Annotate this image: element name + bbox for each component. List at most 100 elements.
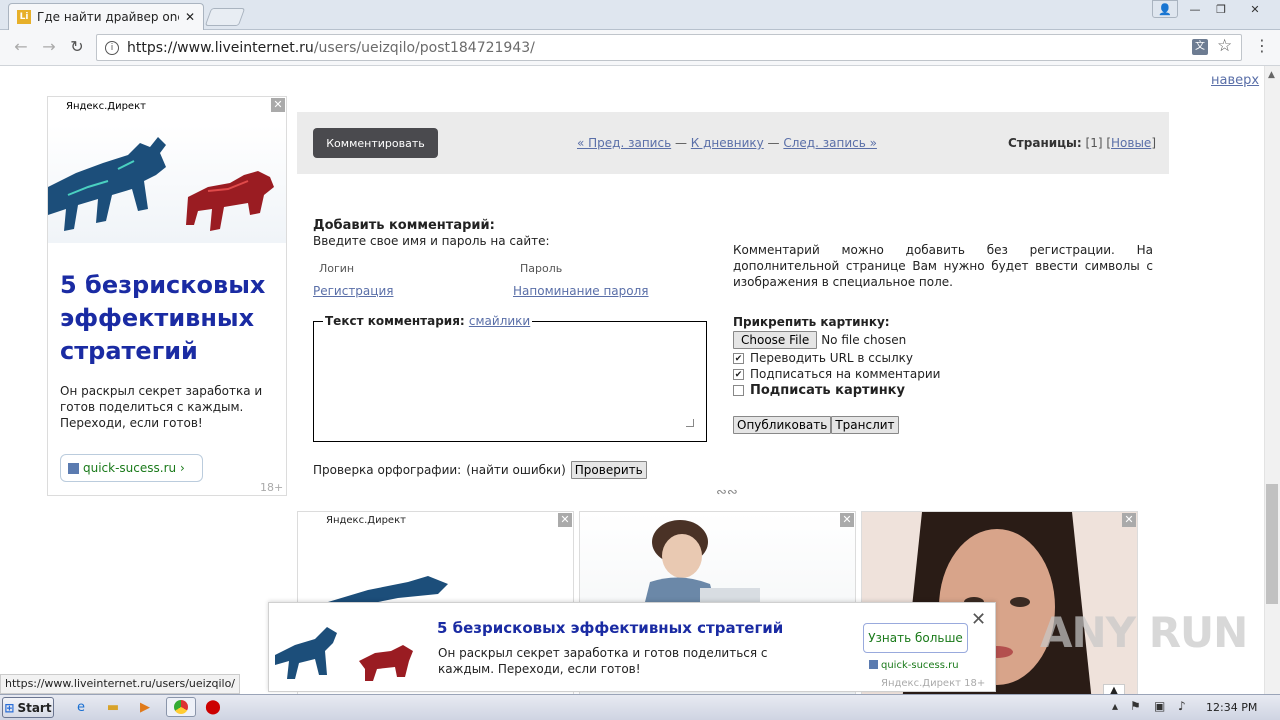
favicon-icon	[68, 462, 79, 474]
tab-title: Где найти драйвер onext	[37, 10, 179, 24]
ad-domain-button[interactable]: quick-sucess.ru ›	[60, 454, 203, 482]
ad-body-text: Он раскрыл секрет заработка и готов поде…	[60, 384, 263, 430]
spell-check-label: Проверка орфографии:	[313, 463, 462, 477]
login-field[interactable]: Логин	[319, 262, 354, 275]
ad-brand-label: Яндекс.Директ	[66, 101, 146, 112]
option-sign-image[interactable]: Подписать картинку	[733, 383, 905, 398]
new-comments-link[interactable]: Новые	[1111, 136, 1151, 150]
back-to-top-link[interactable]: наверх	[1211, 73, 1259, 88]
password-reminder-link[interactable]: Напоминание пароля	[513, 284, 649, 298]
post-nav-bar: Комментировать « Пред. запись — К дневни…	[297, 112, 1169, 174]
tray-arrow-icon[interactable]: ▴	[1112, 699, 1118, 713]
minimize-icon[interactable]: —	[1182, 0, 1208, 18]
age-label: 18+	[260, 481, 284, 494]
option-subscribe[interactable]: ✔ Подписаться на комментарии	[733, 367, 940, 381]
ad-close-icon[interactable]: ✕	[558, 513, 572, 527]
popup-body-text: Он раскрыл секрет заработка и готов поде…	[438, 646, 768, 676]
spell-check-find: (найти ошибки)	[466, 463, 566, 477]
file-picker: Choose File No file chosen	[733, 331, 906, 349]
flag-icon[interactable]: ⚑	[1130, 699, 1141, 713]
pages-bracket: ]	[1151, 136, 1156, 150]
media-player-icon[interactable]: ▶	[134, 697, 156, 717]
tab-close-icon[interactable]: ✕	[185, 10, 195, 24]
popup-brand-label: Яндекс.Директ 18+	[881, 678, 986, 689]
chrome-taskbar-icon[interactable]	[166, 697, 196, 717]
resize-handle-icon[interactable]	[686, 419, 694, 427]
checkbox-checked[interactable]: ✔	[733, 368, 744, 380]
ad-close-icon[interactable]: ✕	[1122, 513, 1136, 527]
restore-icon[interactable]: ❐	[1208, 0, 1234, 18]
site-info-icon[interactable]: i	[105, 40, 119, 55]
comment-textarea[interactable]	[322, 335, 696, 431]
favicon-icon	[869, 660, 878, 669]
user-icon[interactable]: 👤	[1152, 0, 1178, 18]
stop-icon[interactable]: ⬤	[202, 697, 224, 717]
nav-separator: —	[763, 136, 784, 150]
option-label: Переводить URL в ссылку	[750, 351, 913, 365]
popup-close-icon[interactable]: ✕	[971, 609, 986, 630]
explorer-folder-icon[interactable]: ▬	[102, 697, 124, 717]
bookmark-star-icon[interactable]: ☆	[1217, 36, 1232, 56]
volume-icon[interactable]: ♪	[1178, 699, 1186, 713]
reload-icon[interactable]: ↻	[66, 36, 88, 56]
ad-close-icon[interactable]: ✕	[840, 513, 854, 527]
ad-headline[interactable]: 5 безрисковых эффективных стратегий	[60, 269, 275, 368]
scroll-up-icon[interactable]: ▲	[1268, 70, 1275, 80]
anyrun-watermark: ANY RUN	[1040, 608, 1248, 657]
smileys-link[interactable]: смайлики	[469, 314, 530, 328]
option-label: Подписать картинку	[750, 383, 905, 398]
back-arrow-icon[interactable]: ←	[10, 36, 32, 56]
comment-legend: Текст комментария: смайлики	[323, 314, 533, 328]
translit-button[interactable]: Транслит	[831, 416, 899, 434]
file-status: No file chosen	[821, 333, 907, 347]
password-field[interactable]: Пароль	[520, 262, 562, 275]
new-tab-button[interactable]	[204, 8, 246, 26]
forward-arrow-icon[interactable]: →	[38, 36, 60, 56]
url-path: /users/ueizqilo/post184721943/	[313, 39, 535, 56]
clock: 12:34 PM	[1206, 701, 1258, 714]
add-comment-subtitle: Введите свое имя и пароль на сайте:	[313, 234, 550, 248]
popup-domain-text: quick-sucess.ru	[881, 660, 959, 671]
start-button[interactable]: ⊞ Start	[2, 697, 54, 718]
next-post-link[interactable]: След. запись »	[783, 136, 877, 150]
ad-close-icon[interactable]: ✕	[271, 98, 285, 112]
pages-label: Страницы:	[1008, 136, 1082, 150]
network-icon[interactable]: ▣	[1154, 699, 1165, 713]
bull-bear-image	[275, 627, 413, 681]
choose-file-button[interactable]: Choose File	[733, 331, 818, 349]
popup-domain[interactable]: quick-sucess.ru	[869, 660, 959, 671]
comment-legend-label: Текст комментария:	[325, 314, 469, 328]
ad-left[interactable]: Яндекс.Директ ✕ 5 безрисковых эффективны…	[47, 96, 287, 496]
ad-domain: quick-sucess.ru ›	[83, 461, 185, 475]
close-window-icon[interactable]: ✕	[1240, 0, 1270, 18]
register-link[interactable]: Регистрация	[313, 284, 393, 298]
browser-tab[interactable]: Li Где найти драйвер onext ✕	[8, 3, 204, 30]
ad-brand-label: Яндекс.Директ	[326, 515, 406, 526]
popup-headline[interactable]: 5 безрисковых эффективных стратегий	[437, 619, 783, 637]
checkbox-unchecked[interactable]	[733, 385, 744, 396]
checkbox-checked[interactable]: ✔	[733, 352, 744, 364]
decorative-divider: ∾∾	[716, 485, 738, 500]
ie-icon[interactable]: e	[70, 697, 92, 717]
option-label: Подписаться на комментарии	[750, 367, 941, 381]
prev-post-link[interactable]: « Пред. запись	[577, 136, 671, 150]
url-host: https://www.liveinternet.ru	[127, 39, 314, 56]
start-label: Start	[17, 700, 52, 715]
publish-button[interactable]: Опубликовать	[733, 416, 832, 434]
nav-separator: —	[671, 136, 691, 150]
learn-more-button[interactable]: Узнать больше	[863, 623, 968, 653]
windows-logo-icon: ⊞	[4, 700, 15, 715]
menu-kebab-icon[interactable]: ⋮	[1254, 36, 1270, 55]
scrollbar-thumb[interactable]	[1266, 484, 1278, 604]
diary-link[interactable]: К дневнику	[691, 136, 764, 150]
address-bar[interactable]: i https://www.liveinternet.ru/users/ueiz…	[96, 34, 1242, 61]
post-navigation: « Пред. запись — К дневнику — След. запи…	[577, 136, 877, 150]
pagination: Страницы: [1] [Новые]	[1008, 136, 1156, 150]
submit-row: Опубликовать Транслит	[733, 416, 899, 434]
spell-check-button[interactable]: Проверить	[570, 461, 647, 479]
comment-button[interactable]: Комментировать	[313, 128, 438, 158]
sticky-ad-popup[interactable]: 5 безрисковых эффективных стратегий Он р…	[268, 602, 996, 692]
translate-icon[interactable]: 文	[1192, 39, 1208, 55]
attach-image-title: Прикрепить картинку:	[733, 315, 890, 329]
option-url-link[interactable]: ✔ Переводить URL в ссылку	[733, 351, 913, 365]
